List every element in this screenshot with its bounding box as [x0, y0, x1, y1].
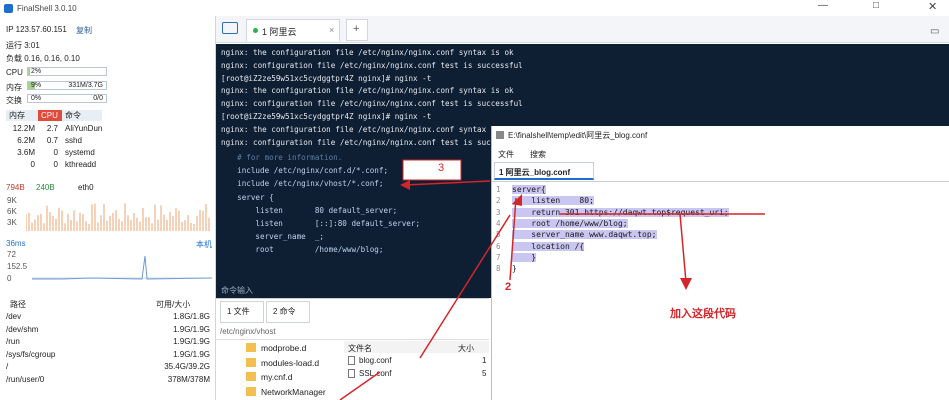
annotation-overlay — [339, 159, 765, 400]
annotation-3: 3 — [438, 162, 445, 174]
annotation-2: 2 — [505, 281, 512, 293]
annotation-note: 加入这段代码 — [670, 308, 736, 320]
